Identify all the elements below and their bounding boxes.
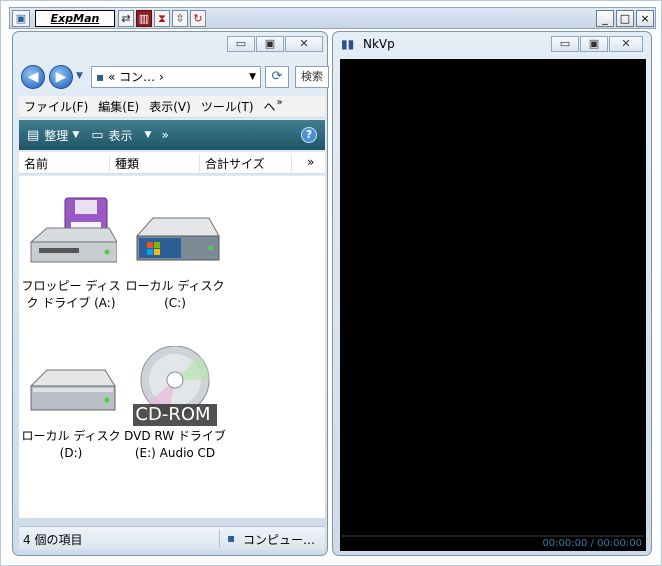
expman-button[interactable]: ExpMan [35,10,115,27]
close-button[interactable]: × [636,10,654,27]
playback-time: 00:00:00 / 00:00:00 [542,538,642,549]
view-dropdown-icon[interactable]: ▼ [145,130,152,140]
menu-overflow[interactable]: » [277,97,283,108]
help-icon[interactable]: ? [301,127,317,143]
columns-overflow[interactable]: » [307,155,314,169]
maximize-button[interactable]: □ [616,10,634,27]
top-toolbar: ▣ ExpMan ⇄ ▥ ⧗ ⇳ ↻ _ □ × [9,7,656,29]
explorer-window: ▭ ▣ ✕ ◀ ▶ ▼ ▪ « コン… › ▼ ⟳ 検索 ファイル(F) 編集(… [12,31,329,556]
menu-view[interactable]: 表示(V) [144,98,196,115]
split-view-icon[interactable]: ▥ [136,10,152,27]
menu-edit[interactable]: 編集(E) [93,98,144,115]
menu-file[interactable]: ファイル(F) [19,98,93,115]
status-divider [219,530,220,548]
drive-label-a: フロッピー ディスク ドライブ (A:) [21,279,121,310]
desktop: ▣ ExpMan ⇄ ▥ ⧗ ⇳ ↻ _ □ × ▭ ▣ ✕ ◀ ▶ ▼ ▪ «… [0,0,662,566]
player-maximize-button[interactable]: ▣ [580,36,608,52]
menu-bar: ファイル(F) 編集(E) 表示(V) ツール(T) ヘ » [19,96,325,118]
column-name[interactable]: 名前 [24,155,48,172]
drive-label-c: ローカル ディスク (C:) [125,279,225,310]
address-bar[interactable]: ▪ « コン… › ▼ [91,66,261,88]
view-button[interactable]: 表示 [109,127,133,144]
status-bar: 4 個の項目 ▪ コンピュー… [19,526,325,550]
organize-dropdown-icon[interactable]: ▼ [72,130,79,140]
column-divider [291,154,292,172]
minimize-button[interactable]: _ [596,10,614,27]
forward-arrow-icon[interactable]: ▶ [49,65,73,89]
player-app-icon: ▮▮ [341,37,355,51]
explorer-close-button[interactable]: ✕ [285,36,323,52]
refresh-layout-icon[interactable]: ↻ [190,10,206,27]
floppy-drive-icon [30,197,117,263]
view-icon: ▭ [91,127,104,143]
status-item-count: 4 個の項目 [23,533,83,547]
player-close-button[interactable]: ✕ [609,36,643,52]
explorer-minimize-button[interactable]: ▭ [227,36,255,52]
layout-icon[interactable]: ⧗ [154,10,170,27]
address-dropdown-icon[interactable]: ▼ [249,67,256,87]
swap-icon[interactable]: ⇄ [118,10,134,27]
explorer-maximize-button[interactable]: ▣ [256,36,284,52]
column-divider [109,154,110,172]
video-screen[interactable]: 00:00:00 / 00:00:00 [340,59,646,551]
organize-button[interactable]: 整理 [44,127,68,144]
command-bar: ▤ 整理 ▼ ▭ 表示 ▼ » ? [19,120,325,150]
column-total-size[interactable]: 合計サイズ [205,155,265,172]
resize-icon[interactable]: ⇳ [172,10,188,27]
search-box[interactable]: 検索 [295,66,329,88]
seek-bar[interactable] [342,535,644,537]
column-divider [199,154,200,172]
player-title: NkVp [363,37,395,51]
computer-status-icon: ▪ [227,531,236,545]
refresh-icon[interactable]: ⟳ [265,66,289,88]
computer-small-icon: ▪ [96,70,105,84]
player-window: ▮▮ NkVp ▭ ▣ ✕ 00:00:00 / 00:00:00 [332,31,652,556]
cd-rom-badge: CD-ROM [135,404,211,425]
organize-icon: ▤ [27,127,40,143]
file-list: フロッピー ディスク ドライブ (A:) ローカル ディスク (C:) ローカル… [19,176,325,518]
status-location: コンピュー… [243,533,316,547]
column-type[interactable]: 種類 [115,155,139,172]
address-text: « コン… › [107,70,164,84]
back-arrow-icon[interactable]: ◀ [21,65,45,89]
app-menu-icon[interactable]: ▣ [12,10,30,27]
navigation-bar: ◀ ▶ ▼ ▪ « コン… › ▼ ⟳ 検索 [19,62,329,92]
drive-label-d: ローカル ディスク (D:) [21,429,121,460]
player-minimize-button[interactable]: ▭ [551,36,579,52]
column-headers: 名前 種類 合計サイズ » [19,152,325,174]
menu-tools[interactable]: ツール(T) [196,98,259,115]
drive-label-e: DVD RW ドライブ (E:) Audio CD [124,429,226,460]
history-dropdown-icon[interactable]: ▼ [76,71,83,81]
command-overflow[interactable]: » [161,128,168,142]
local-disk-c-icon [136,217,220,261]
local-disk-d-icon [30,369,116,411]
